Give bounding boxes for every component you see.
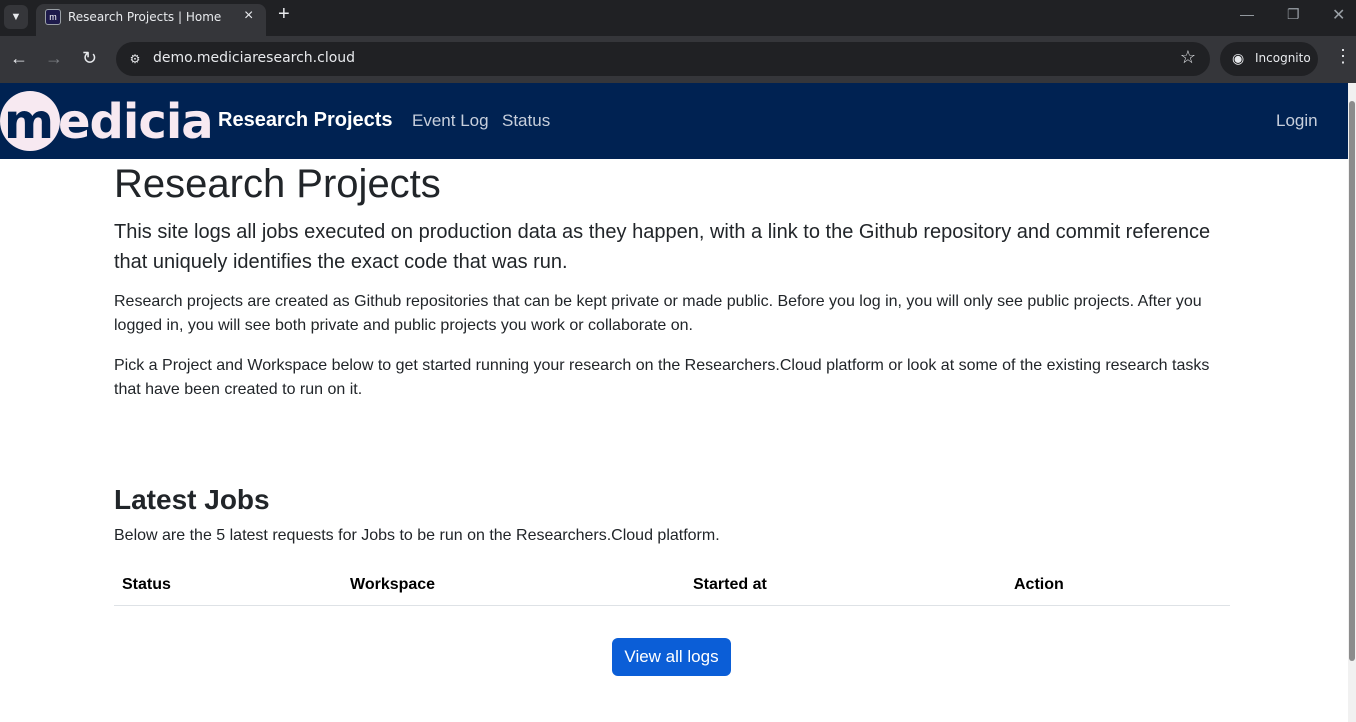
back-icon[interactable]: ← (10, 48, 28, 68)
forward-icon[interactable]: → (45, 48, 63, 68)
column-header-workspace: Workspace (350, 576, 436, 593)
address-bar[interactable]: ⚙ demo.mediciaresearch.cloud ☆ (116, 42, 1210, 76)
column-header-status: Status (122, 576, 171, 593)
url-text[interactable]: demo.mediciaresearch.cloud (153, 50, 355, 66)
logo-wordmark: edicia (58, 94, 214, 150)
site-navbar: m edicia Research Projects Event Log Sta… (0, 83, 1348, 159)
incognito-badge[interactable]: ◉ Incognito (1220, 42, 1318, 76)
intro-paragraph: Research projects are created as Github … (114, 293, 1202, 334)
view-all-logs-button[interactable]: View all logs (612, 638, 731, 676)
column-header-action: Action (1014, 576, 1064, 593)
latest-jobs-description: Below are the 5 latest requests for Jobs… (114, 527, 720, 544)
incognito-icon: ◉ (1232, 50, 1245, 66)
reload-icon[interactable]: ↻ (82, 48, 97, 68)
browser-menu-icon[interactable]: ⋮ (1334, 46, 1352, 67)
brand-link[interactable]: Research Projects (218, 109, 393, 132)
favicon-icon: m (45, 9, 61, 25)
logo-letter-m: m (4, 94, 55, 150)
scrollbar-thumb[interactable] (1349, 101, 1355, 661)
new-tab-icon[interactable]: + (278, 3, 290, 26)
latest-jobs-heading: Latest Jobs (114, 484, 270, 515)
tab-title: Research Projects | Home (68, 10, 222, 24)
lead-paragraph: This site logs all jobs executed on prod… (114, 221, 1211, 273)
page-title: Research Projects (114, 162, 441, 206)
browser-toolbar: ← → ↻ ⚙ demo.mediciaresearch.cloud ☆ ◉ I… (0, 36, 1356, 83)
site-info-icon[interactable]: ⚙ (124, 48, 146, 70)
login-link[interactable]: Login (1276, 111, 1318, 131)
tab-search-chevron-icon[interactable]: ▼ (4, 5, 28, 29)
bookmark-star-icon[interactable]: ☆ (1180, 47, 1196, 68)
minimize-icon[interactable]: — (1240, 6, 1254, 22)
tab-close-icon[interactable]: × (244, 7, 253, 25)
jobs-table-header: Status Workspace Started at Action (114, 567, 1230, 606)
medicia-logo[interactable]: m edicia (0, 91, 214, 151)
browser-tab[interactable]: m Research Projects | Home × (36, 4, 266, 36)
column-header-started-at: Started at (693, 576, 767, 593)
nav-link-event-log[interactable]: Event Log (412, 111, 489, 131)
close-window-icon[interactable]: ✕ (1332, 5, 1345, 25)
nav-link-status[interactable]: Status (502, 111, 550, 131)
page-scrollbar[interactable] (1348, 83, 1356, 722)
browser-tab-bar: ▼ m Research Projects | Home × + — ❐ ✕ (0, 0, 1356, 36)
restore-icon[interactable]: ❐ (1287, 6, 1300, 23)
incognito-label: Incognito (1255, 51, 1311, 65)
instructions-paragraph: Pick a Project and Workspace below to ge… (114, 357, 1210, 398)
